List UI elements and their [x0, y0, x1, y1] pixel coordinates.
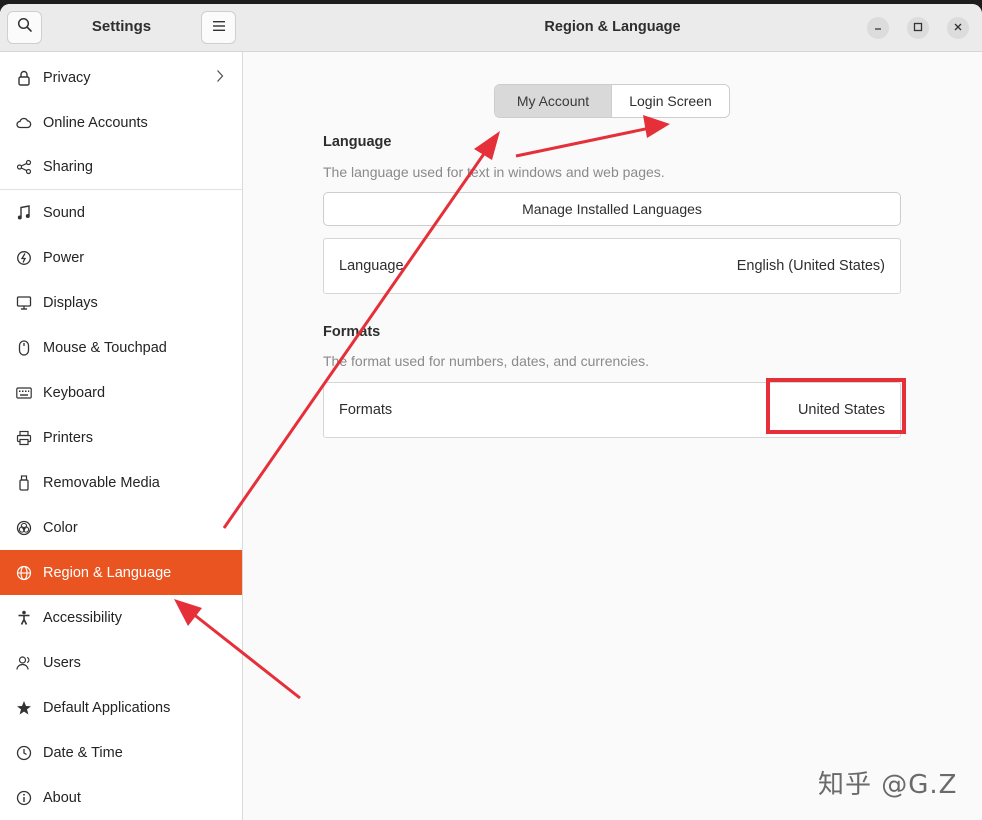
sidebar-item-label: Accessibility [43, 609, 122, 626]
sidebar-item-keyboard[interactable]: Keyboard [0, 370, 242, 415]
globe-icon [16, 565, 32, 581]
account-switcher: My Account Login Screen [494, 84, 730, 118]
hamburger-menu-icon [212, 19, 226, 37]
sidebar-item-mouse-touchpad[interactable]: Mouse & Touchpad [0, 325, 242, 370]
display-icon [16, 295, 32, 311]
sidebar-item-label: Displays [43, 294, 98, 311]
sidebar-item-displays[interactable]: Displays [0, 280, 242, 325]
sidebar-item-label: Printers [43, 429, 93, 446]
sidebar-item-label: Online Accounts [43, 114, 148, 131]
keyboard-icon [16, 385, 32, 401]
search-icon [17, 17, 33, 38]
sidebar-item-label: Default Applications [43, 699, 171, 716]
users-icon [16, 655, 32, 671]
sidebar-item-label: Removable Media [43, 474, 160, 491]
lock-icon [16, 70, 32, 86]
language-section-description: The language used for text in windows an… [323, 164, 665, 180]
main-content: My Account Login Screen Language The lan… [243, 52, 982, 820]
sidebar-item-removable-media[interactable]: Removable Media [0, 460, 242, 505]
language-row[interactable]: Language English (United States) [323, 238, 901, 294]
language-row-value: English (United States) [736, 258, 885, 274]
sidebar-item-label: Power [43, 249, 85, 266]
sidebar-item-date-time[interactable]: Date & Time [0, 730, 242, 775]
tab-login-screen[interactable]: Login Screen [612, 85, 729, 117]
sidebar-item-about[interactable]: About [0, 775, 242, 820]
share-icon [16, 159, 32, 175]
minimize-button[interactable] [867, 17, 889, 39]
sidebar-item-sharing[interactable]: Sharing [0, 145, 242, 190]
sidebar-item-printers[interactable]: Printers [0, 415, 242, 460]
star-icon [16, 700, 32, 716]
sidebar-item-label: Keyboard [43, 384, 106, 401]
cloud-icon [16, 115, 32, 131]
settings-window: Settings Privacy Online Accounts Sharing [0, 4, 982, 820]
maximize-button[interactable] [907, 17, 929, 39]
sidebar: Settings Privacy Online Accounts Sharing [0, 4, 243, 820]
menu-button[interactable] [201, 11, 236, 44]
tab-my-account[interactable]: My Account [495, 85, 612, 117]
accessibility-icon [16, 610, 32, 626]
sidebar-item-label: Privacy [43, 69, 91, 86]
formats-row[interactable]: Formats United States [323, 382, 901, 438]
chevron-right-icon [216, 69, 224, 87]
sidebar-item-label: Region & Language [43, 564, 172, 581]
sidebar-header: Settings [0, 4, 243, 52]
sidebar-item-color[interactable]: Color [0, 505, 242, 550]
maximize-icon [913, 19, 923, 37]
main-header: Region & Language [243, 4, 982, 52]
sidebar-list: Privacy Online Accounts Sharing Sound Po… [0, 55, 242, 820]
sidebar-item-label: Users [43, 654, 81, 671]
language-row-label: Language [339, 258, 404, 274]
sidebar-item-region-language[interactable]: Region & Language [0, 550, 242, 595]
sidebar-item-sound[interactable]: Sound [0, 190, 242, 235]
formats-row-label: Formats [339, 402, 393, 418]
sidebar-item-default-applications[interactable]: Default Applications [0, 685, 242, 730]
mouse-icon [16, 339, 32, 356]
close-button[interactable] [947, 17, 969, 39]
formats-section-title: Formats [323, 324, 381, 340]
manage-installed-languages-button[interactable]: Manage Installed Languages [323, 192, 901, 226]
power-icon [16, 250, 32, 266]
sidebar-item-label: Mouse & Touchpad [43, 339, 167, 356]
info-icon [16, 790, 32, 806]
language-section-title: Language [323, 134, 392, 150]
color-icon [16, 520, 32, 536]
close-icon [953, 19, 963, 37]
sidebar-item-privacy[interactable]: Privacy [0, 55, 242, 100]
sidebar-item-power[interactable]: Power [0, 235, 242, 280]
usb-drive-icon [16, 474, 32, 491]
clock-icon [16, 745, 32, 761]
search-button[interactable] [7, 11, 42, 44]
formats-row-value: United States [797, 402, 885, 418]
sidebar-item-label: About [43, 789, 81, 806]
sidebar-item-online-accounts[interactable]: Online Accounts [0, 100, 242, 145]
sidebar-item-label: Sharing [43, 159, 93, 175]
sidebar-item-label: Sound [43, 204, 85, 221]
music-note-icon [16, 204, 32, 221]
formats-section-description: The format used for numbers, dates, and … [323, 353, 650, 369]
minimize-icon [873, 19, 883, 37]
sidebar-item-users[interactable]: Users [0, 640, 242, 685]
sidebar-item-label: Date & Time [43, 744, 123, 761]
sidebar-item-accessibility[interactable]: Accessibility [0, 595, 242, 640]
printer-icon [16, 430, 32, 446]
sidebar-item-label: Color [43, 519, 78, 536]
sidebar-title: Settings [91, 18, 152, 35]
